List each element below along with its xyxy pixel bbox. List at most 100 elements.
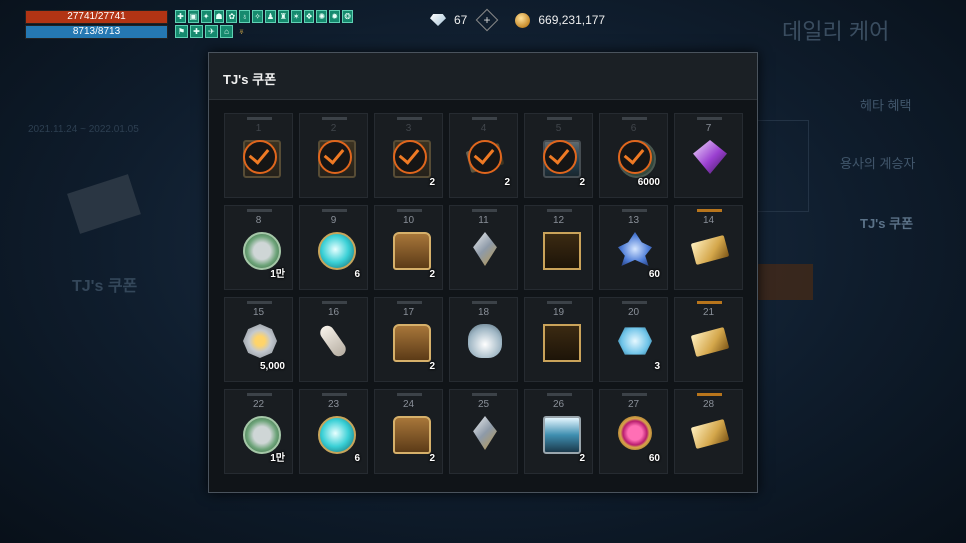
reward-slot-day-28[interactable]: 28 [674,389,743,474]
gold-coin-icon [515,12,531,28]
reward-slot-day-23[interactable]: 23 6 [299,389,368,474]
slot-quantity: 1만 [270,269,285,280]
slot-day-number: 8 [255,215,262,226]
slot-quantity: 2 [579,177,585,188]
reward-slot-day-14[interactable]: 14 [674,205,743,290]
slot-quantity: 60 [648,453,660,464]
claimed-check-icon [393,140,427,174]
buff-icon[interactable]: ✚ [175,10,186,23]
card-icon [543,232,581,270]
reward-slot-day-17[interactable]: 17 2 [374,297,443,382]
treasure-chest-icon [393,416,431,454]
background-date: 2021.11.24 ~ 2022.01.05 [28,124,139,135]
sapphire-icon [618,327,652,355]
slot-quantity: 6 [354,453,360,464]
reward-slot-day-21[interactable]: 21 [674,297,743,382]
gold-ticket-icon [690,326,730,358]
buff-icon[interactable]: ⌂ [220,25,233,38]
slot-quantity: 60 [648,269,660,280]
reward-slot-day-13[interactable]: 13 60 [599,205,668,290]
buff-icon[interactable]: ❂ [342,10,354,23]
reward-slot-day-8[interactable]: 8 1만 [224,205,293,290]
reward-slot-day-27[interactable]: 27 60 [599,389,668,474]
background-card-title: TJ's 쿠폰 [72,278,138,295]
slot-indicator-bar [397,301,422,304]
coupon-reward-modal: TJ's 쿠폰 1 2 3 2 4 2 5 2 6 6000 7 8 1만 9 6 10 2 11 12 13 60 14… [208,52,758,493]
buff-icon[interactable]: ♁ [239,10,251,23]
currency-display: 67 + 669,231,177 [430,8,605,32]
slot-quantity: 2 [429,453,435,464]
buff-icon[interactable]: ▣ [187,10,199,23]
buff-icon[interactable]: ♜ [277,10,289,23]
blue-crystal-cluster-icon [618,232,652,266]
slot-indicator-bar [547,301,572,304]
slot-indicator-bar [247,209,272,212]
slot-indicator-bar [472,301,497,304]
buff-icon[interactable]: ⚑ [175,25,188,38]
slot-indicator-bar [622,117,647,120]
reward-slot-day-25[interactable]: 25 [449,389,518,474]
slot-day-number: 7 [705,123,712,134]
slot-day-number: 25 [477,399,490,410]
player-status-bars: 27741/27741 8713/8713 [25,10,168,39]
slot-day-number: 12 [552,215,565,226]
reward-slot-day-3[interactable]: 32 [374,113,443,198]
reward-slot-day-16[interactable]: 16 [299,297,368,382]
background-page-title: 데일리 케어 [782,19,890,44]
potion-icon [468,324,502,358]
ring-icon [618,416,652,450]
slot-indicator-bar [397,209,422,212]
modal-title: TJ's 쿠폰 [223,72,277,87]
reward-slot-day-26[interactable]: 26 2 [524,389,593,474]
reward-slot-day-19[interactable]: 19 [524,297,593,382]
reward-slot-day-24[interactable]: 24 2 [374,389,443,474]
reward-slot-day-11[interactable]: 11 [449,205,518,290]
modal-header: TJ's 쿠폰 [209,53,757,100]
buff-icon[interactable]: ✚ [190,25,203,38]
crystal-shard-icon [473,232,497,266]
reward-slot-day-6[interactable]: 6 6000 [599,113,668,198]
buff-icon[interactable]: ✺ [316,10,328,23]
slot-quantity: 2 [504,177,510,188]
slot-indicator-bar [622,209,647,212]
slot-day-number: 9 [330,215,337,226]
background-ticket-icon [67,174,141,234]
treasure-chest-icon [393,232,431,270]
slot-indicator-bar [322,301,347,304]
slot-day-number: 3 [405,123,412,134]
reward-slot-day-5[interactable]: 52 [524,113,593,198]
reward-slot-day-1[interactable]: 1 [224,113,293,198]
gold-ticket-icon [690,234,730,266]
reward-slot-day-9[interactable]: 96 [299,205,368,290]
slot-indicator-bar [622,301,647,304]
reward-slot-day-15[interactable]: 15 5,000 [224,297,293,382]
slot-day-number: 13 [627,215,640,226]
buff-icon[interactable]: ✶ [290,10,302,23]
slot-day-number: 26 [552,399,565,410]
buff-icon[interactable]: ♅ [235,25,248,38]
buff-icon[interactable]: ♟ [265,10,276,23]
claimed-check-icon [243,140,277,174]
reward-slot-day-22[interactable]: 22 1만 [224,389,293,474]
slot-quantity: 6 [354,269,360,280]
buff-icon[interactable]: ✿ [226,10,238,23]
slot-indicator-bar [247,117,272,120]
reward-slot-day-10[interactable]: 10 2 [374,205,443,290]
reward-slot-day-20[interactable]: 20 3 [599,297,668,382]
reward-slot-day-2[interactable]: 2 [299,113,368,198]
reward-slot-day-18[interactable]: 18 [449,297,518,382]
scroll-icon [317,323,349,359]
buff-icon[interactable]: ❖ [303,10,315,23]
reward-slot-day-7[interactable]: 7 [674,113,743,198]
slot-day-number: 5 [555,123,562,134]
background-panel [757,120,809,212]
buff-icon[interactable]: ✧ [252,10,264,23]
buff-icon[interactable]: ✈ [205,25,218,38]
reward-slot-day-4[interactable]: 42 [449,113,518,198]
buff-icon[interactable]: ☗ [213,10,225,23]
slot-day-number: 1 [255,123,262,134]
add-diamond-button[interactable]: + [476,8,499,32]
buff-icon[interactable]: ✦ [200,10,212,23]
reward-slot-day-12[interactable]: 12 [524,205,593,290]
buff-icon[interactable]: ✹ [329,10,341,23]
